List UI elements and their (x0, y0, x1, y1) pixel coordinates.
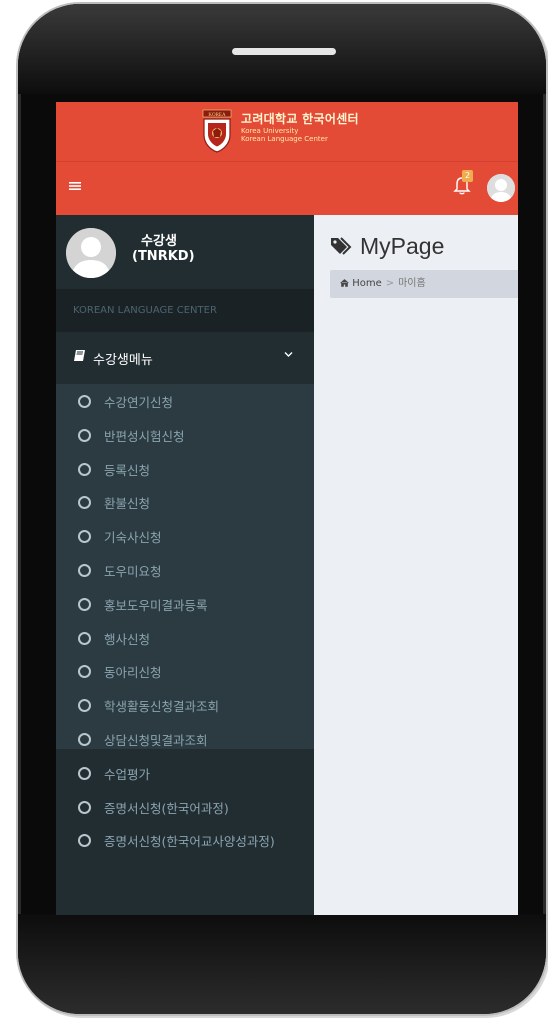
menu-item[interactable]: 증명서신청(한국어과정) (56, 790, 314, 824)
menu-item[interactable]: 등록신청 (56, 452, 314, 486)
menu-item-label: 증명서신청(한국어교사양성과정) (104, 834, 275, 850)
circle-icon (78, 395, 91, 408)
circle-icon (78, 699, 91, 713)
circle-icon (78, 496, 91, 510)
menu-item[interactable]: 홍보도우미결과등록 (56, 587, 314, 621)
student-submenu: 수강연기신청 반편성시험신청 등록신청 환불신청 기숙사신청 도우미요청 홍보도… (56, 384, 314, 849)
circle-icon (78, 462, 91, 476)
menu-item-label: 행사신청 (104, 631, 151, 647)
home-icon[interactable] (340, 278, 352, 289)
book-icon (74, 350, 85, 361)
circle-icon (78, 631, 91, 645)
menu-item[interactable]: 동아리신청 (56, 654, 314, 688)
menu-item-label: 홍보도우미결과등록 (104, 597, 208, 613)
menu-item[interactable]: 기숙사신청 (56, 519, 314, 553)
user-avatar (66, 228, 116, 278)
menu-item[interactable]: 반편성시험신청 (56, 418, 314, 452)
brand-line-2: Korean Language Center (241, 135, 328, 143)
circle-icon (78, 563, 91, 577)
breadcrumb-home-link[interactable]: Home (352, 278, 382, 289)
circle-icon (78, 428, 91, 442)
phone-speaker (232, 48, 336, 55)
menu-item[interactable]: 수업평가 (56, 756, 314, 790)
phone-frame: KOREA 고려대학교 한국어센터 Korea University Korea… (18, 4, 546, 1014)
sidebar-header: KOREAN LANGUAGE CENTER (56, 289, 314, 332)
circle-icon (78, 732, 91, 746)
user-avatar-nav[interactable] (487, 174, 515, 202)
menu-item[interactable]: 환불신청 (56, 485, 314, 519)
brand-header: KOREA 고려대학교 한국어센터 Korea University Korea… (56, 102, 518, 161)
circle-icon (78, 597, 91, 611)
menu-item[interactable]: 도우미요청 (56, 553, 314, 587)
user-name-text: 수강생 (141, 234, 177, 249)
circle-icon (78, 834, 91, 848)
university-logo-icon[interactable]: KOREA (202, 109, 232, 153)
menu-item-label: 환불신청 (104, 496, 151, 512)
menu-item-label: 학생활동신청결과조회 (104, 699, 220, 715)
user-name: 수강생 (TNRKD) (132, 234, 195, 264)
tags-icon (331, 237, 352, 255)
main-content: MyPage Home > 마이홈 (314, 215, 518, 915)
top-navbar: 2 (56, 161, 518, 216)
menu-item-label: 증명서신청(한국어과정) (104, 800, 229, 816)
student-menu-toggle[interactable]: 수강생메뉴 (56, 332, 314, 384)
chevron-down-icon (284, 348, 293, 361)
user-id-text: (TNRKD) (132, 249, 195, 264)
menu-item-label: 도우미요청 (104, 563, 162, 579)
student-menu-label: 수강생메뉴 (93, 353, 153, 368)
breadcrumb: Home > 마이홈 (330, 270, 518, 298)
sidebar: 수강생 (TNRKD) KOREAN LANGUAGE CENTER 수강생메뉴… (56, 215, 314, 915)
breadcrumb-current: 마이홈 (398, 278, 426, 289)
logo-shield-text: KOREA (208, 113, 226, 118)
menu-item[interactable]: 학생활동신청결과조회 (56, 688, 314, 722)
breadcrumb-separator: > (385, 278, 395, 289)
menu-item-label: 등록신청 (104, 462, 151, 478)
menu-item-label: 반편성시험신청 (104, 428, 185, 444)
menu-item[interactable]: 증명서신청(한국어교사양성과정) (56, 823, 314, 857)
menu-item[interactable]: 수강연기신청 (56, 384, 314, 418)
brand-line-1: Korea University (241, 127, 299, 135)
circle-icon (78, 766, 91, 780)
brand-text: 고려대학교 한국어센터 Korea University Korean Lang… (241, 110, 359, 143)
page-title-text: MyPage (360, 233, 445, 259)
hamburger-icon[interactable] (69, 177, 81, 196)
circle-icon (78, 665, 91, 679)
menu-item-label: 상담신청및결과조회 (104, 732, 208, 748)
user-panel: 수강생 (TNRKD) (56, 215, 314, 289)
screen: KOREA 고려대학교 한국어센터 Korea University Korea… (56, 102, 518, 915)
menu-item[interactable]: 행사신청 (56, 621, 314, 655)
menu-item-label: 수업평가 (104, 766, 151, 782)
menu-item-label: 기숙사신청 (104, 530, 162, 546)
menu-item-label: 동아리신청 (104, 665, 162, 681)
notification-badge[interactable]: 2 (462, 170, 473, 182)
circle-icon (78, 800, 91, 814)
menu-item-label: 수강연기신청 (104, 395, 174, 410)
menu-item[interactable]: 상담신청및결과조회 (56, 722, 314, 756)
brand-title: 고려대학교 한국어센터 (241, 112, 359, 126)
circle-icon (78, 530, 91, 544)
page-title: MyPage (330, 233, 444, 260)
